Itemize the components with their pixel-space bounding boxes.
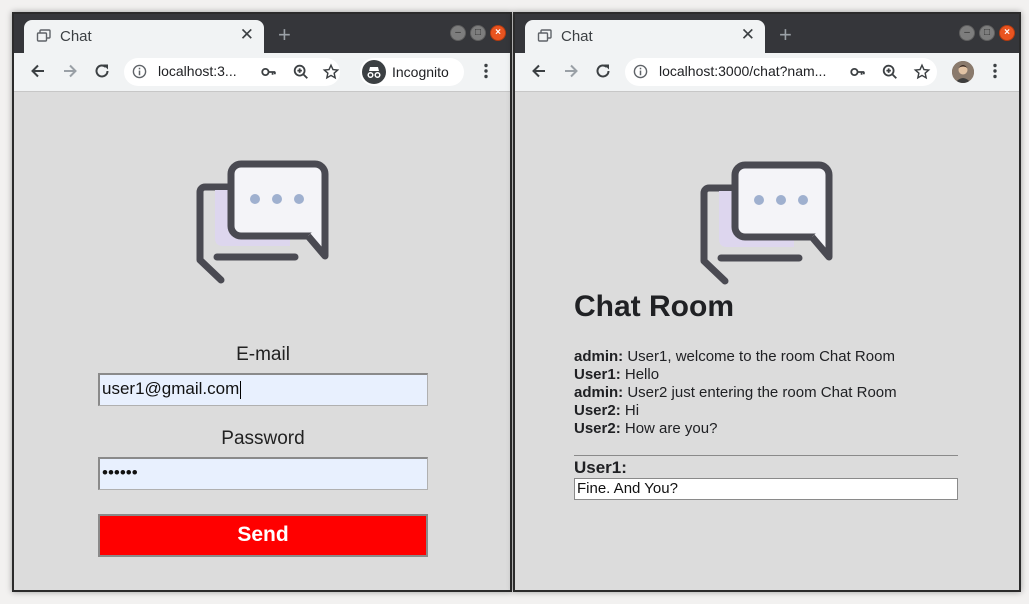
email-label: E-mail [236,344,290,365]
close-tab-icon[interactable]: ✕ [741,25,755,45]
message-author: admin: [574,384,624,401]
reload-icon[interactable] [593,61,613,81]
minimize-window-button[interactable]: – [450,25,466,41]
chat-bubbles-icon [196,160,329,284]
info-icon[interactable] [132,64,147,79]
browser-toolbar: localhost:3... Incognito [14,53,510,92]
password-field[interactable]: •••••• [98,457,428,490]
email-field[interactable]: user1@gmail.com [98,373,428,406]
back-icon[interactable] [529,61,549,81]
tab-favicon-icon [537,29,552,42]
forward-icon[interactable] [60,61,80,81]
incognito-profile-button[interactable]: Incognito [360,58,464,86]
address-bar[interactable]: localhost:3... [124,58,340,86]
message-list: admin: User1, welcome to the room Chat R… [574,348,897,438]
forward-icon[interactable] [561,61,581,81]
email-value: user1@gmail.com [102,379,240,398]
message-text: Hi [624,402,640,419]
maximize-window-button[interactable]: □ [979,25,995,41]
star-icon[interactable] [913,63,931,81]
minimize-window-button[interactable]: – [959,25,975,41]
browser-window-left: Chat ✕ + – □ × localhost:3... Incognito [12,12,512,592]
text-caret [240,380,242,399]
key-icon[interactable] [260,63,278,81]
room-title: Chat Room [574,290,734,323]
titlebar: Chat ✕ + – □ × [14,14,510,53]
info-icon[interactable] [633,64,648,79]
current-user-label: User1: [574,458,627,477]
maximize-window-button[interactable]: □ [470,25,486,41]
tab-favicon-icon [36,29,51,42]
password-label: Password [221,428,305,449]
browser-window-right: Chat ✕ + – □ × localhost:3000/chat?nam..… [513,12,1021,592]
incognito-label: Incognito [392,64,449,80]
url-text: localhost:3000/chat?nam... [659,63,827,79]
page-content: E-mail user1@gmail.com Password •••••• S… [14,92,510,590]
message-text: User1, welcome to the room Chat Room [627,348,895,365]
message-author: User2: [574,402,621,419]
key-icon[interactable] [849,63,867,81]
browser-toolbar: localhost:3000/chat?nam... [515,53,1019,92]
chat-bubbles-icon [700,161,833,285]
divider [574,455,958,456]
close-window-button[interactable]: × [490,25,506,41]
chat-message: User2: How are you? [574,420,897,438]
close-tab-icon[interactable]: ✕ [240,25,254,45]
message-author: User2: [574,420,621,437]
back-icon[interactable] [28,61,48,81]
new-tab-icon[interactable]: + [278,24,291,46]
chat-message: admin: User1, welcome to the room Chat R… [574,348,897,366]
address-bar[interactable]: localhost:3000/chat?nam... [625,58,937,86]
message-text: How are you? [624,420,718,437]
titlebar: Chat ✕ + – □ × [515,14,1019,53]
zoom-icon[interactable] [292,63,310,81]
message-author: admin: [574,348,624,365]
profile-avatar[interactable] [952,61,974,83]
new-tab-icon[interactable]: + [779,24,792,46]
page-content: Chat Room admin: User1, welcome to the r… [515,92,1019,590]
send-button[interactable]: Send [98,514,428,557]
message-text: Hello [624,366,660,383]
tab-title: Chat [60,28,92,45]
tab-title: Chat [561,28,593,45]
chat-message: admin: User2 just entering the room Chat… [574,384,897,402]
reload-icon[interactable] [92,61,112,81]
browser-tab[interactable]: Chat ✕ [24,20,264,53]
menu-icon[interactable] [985,61,1005,81]
zoom-icon[interactable] [881,63,899,81]
message-input[interactable]: Fine. And You? [574,478,958,500]
menu-icon[interactable] [476,61,496,81]
star-icon[interactable] [322,63,340,81]
incognito-icon [362,60,386,84]
message-author: User1: [574,366,621,383]
chat-message: User1: Hello [574,366,897,384]
message-text: User2 just entering the room Chat Room [627,384,897,401]
browser-tab[interactable]: Chat ✕ [525,20,765,53]
chat-message: User2: Hi [574,402,897,420]
avatar-icon [952,61,974,83]
close-window-button[interactable]: × [999,25,1015,41]
url-text: localhost:3... [158,63,237,79]
